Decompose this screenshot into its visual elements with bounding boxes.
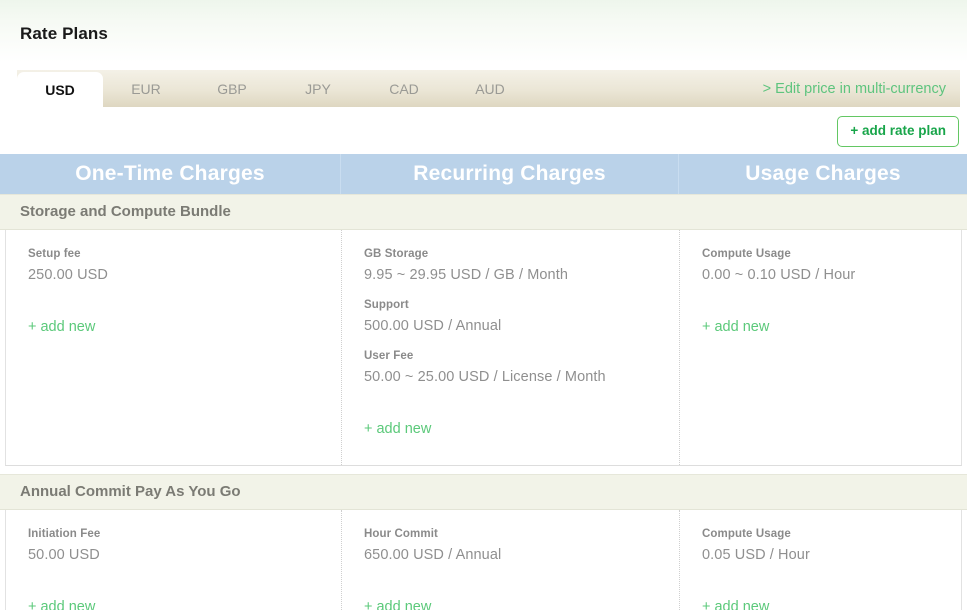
charge-label: Compute Usage	[702, 248, 958, 260]
charge-label: Compute Usage	[702, 528, 958, 540]
tab-cad[interactable]: CAD	[361, 70, 447, 107]
charges-column-header: One-Time Charges Recurring Charges Usage…	[0, 154, 967, 194]
add-new-charge-link[interactable]: + add new	[28, 599, 95, 610]
tab-aud[interactable]: AUD	[447, 70, 533, 107]
charge-item: User Fee 50.00 ~ 25.00 USD / License / M…	[364, 350, 679, 385]
charge-value: 650.00 USD / Annual	[364, 547, 679, 563]
add-new-charge-link[interactable]: + add new	[364, 599, 431, 610]
rate-plan-charges-grid: Initiation Fee 50.00 USD + add new Hour …	[5, 510, 962, 610]
tab-jpy-label: JPY	[305, 81, 331, 97]
rate-plan-block: Annual Commit Pay As You Go Initiation F…	[0, 474, 967, 610]
rate-plan-charges-grid: Setup fee 250.00 USD + add new GB Storag…	[5, 230, 962, 466]
charge-item: Setup fee 250.00 USD	[28, 248, 341, 283]
rate-plan-list: Storage and Compute Bundle Setup fee 250…	[0, 194, 967, 610]
charge-item: GB Storage 9.95 ~ 29.95 USD / GB / Month	[364, 248, 679, 283]
usage-charges-cell: Compute Usage 0.00 ~ 0.10 USD / Hour + a…	[679, 230, 958, 465]
add-rate-plan-button[interactable]: + add rate plan	[837, 116, 959, 147]
one-time-charges-cell: Initiation Fee 50.00 USD + add new	[6, 510, 341, 610]
tab-usd[interactable]: USD	[17, 72, 103, 107]
add-new-charge-link[interactable]: + add new	[702, 319, 769, 335]
charge-label: GB Storage	[364, 248, 679, 260]
charge-label: Hour Commit	[364, 528, 679, 540]
charge-value: 50.00 USD	[28, 547, 341, 563]
tab-gbp-label: GBP	[217, 81, 247, 97]
tab-cad-label: CAD	[389, 81, 419, 97]
page-title: Rate Plans	[20, 24, 108, 44]
column-header-recurring-charges: Recurring Charges	[340, 154, 678, 194]
charge-value: 0.05 USD / Hour	[702, 547, 958, 563]
add-new-charge-link[interactable]: + add new	[702, 599, 769, 610]
charge-label: User Fee	[364, 350, 679, 362]
rate-plan-name: Annual Commit Pay As You Go	[0, 474, 967, 510]
usage-charges-cell: Compute Usage 0.05 USD / Hour + add new	[679, 510, 958, 610]
edit-multicurrency-link[interactable]: > Edit price in multi-currency	[763, 70, 960, 107]
currency-tab-strip: USD EUR GBP JPY CAD AUD > Edit price in …	[17, 70, 960, 107]
recurring-charges-cell: Hour Commit 650.00 USD / Annual + add ne…	[341, 510, 679, 610]
tab-aud-label: AUD	[475, 81, 505, 97]
column-header-usage-charges: Usage Charges	[678, 154, 967, 194]
recurring-charges-cell: GB Storage 9.95 ~ 29.95 USD / GB / Month…	[341, 230, 679, 465]
charge-value: 0.00 ~ 0.10 USD / Hour	[702, 267, 958, 283]
charge-label: Setup fee	[28, 248, 341, 260]
charge-value: 50.00 ~ 25.00 USD / License / Month	[364, 369, 679, 385]
tab-usd-label: USD	[45, 82, 75, 98]
column-header-one-time-charges: One-Time Charges	[0, 154, 340, 194]
charge-value: 9.95 ~ 29.95 USD / GB / Month	[364, 267, 679, 283]
one-time-charges-cell: Setup fee 250.00 USD + add new	[6, 230, 341, 465]
charge-item: Support 500.00 USD / Annual	[364, 299, 679, 334]
tab-eur[interactable]: EUR	[103, 70, 189, 107]
charge-item: Initiation Fee 50.00 USD	[28, 528, 341, 563]
charge-value: 250.00 USD	[28, 267, 341, 283]
add-new-charge-link[interactable]: + add new	[28, 319, 95, 335]
tab-jpy[interactable]: JPY	[275, 70, 361, 107]
charge-item: Compute Usage 0.00 ~ 0.10 USD / Hour	[702, 248, 958, 283]
charge-value: 500.00 USD / Annual	[364, 318, 679, 334]
charge-item: Compute Usage 0.05 USD / Hour	[702, 528, 958, 563]
charge-label: Initiation Fee	[28, 528, 341, 540]
page-header-background	[0, 0, 967, 62]
charge-item: Hour Commit 650.00 USD / Annual	[364, 528, 679, 563]
tab-strip-spacer	[533, 70, 763, 107]
add-new-charge-link[interactable]: + add new	[364, 421, 431, 437]
tab-eur-label: EUR	[131, 81, 161, 97]
rate-plan-name: Storage and Compute Bundle	[0, 194, 967, 230]
rate-plan-block: Storage and Compute Bundle Setup fee 250…	[0, 194, 967, 466]
charge-label: Support	[364, 299, 679, 311]
toolbar: + add rate plan	[0, 107, 967, 156]
tab-gbp[interactable]: GBP	[189, 70, 275, 107]
